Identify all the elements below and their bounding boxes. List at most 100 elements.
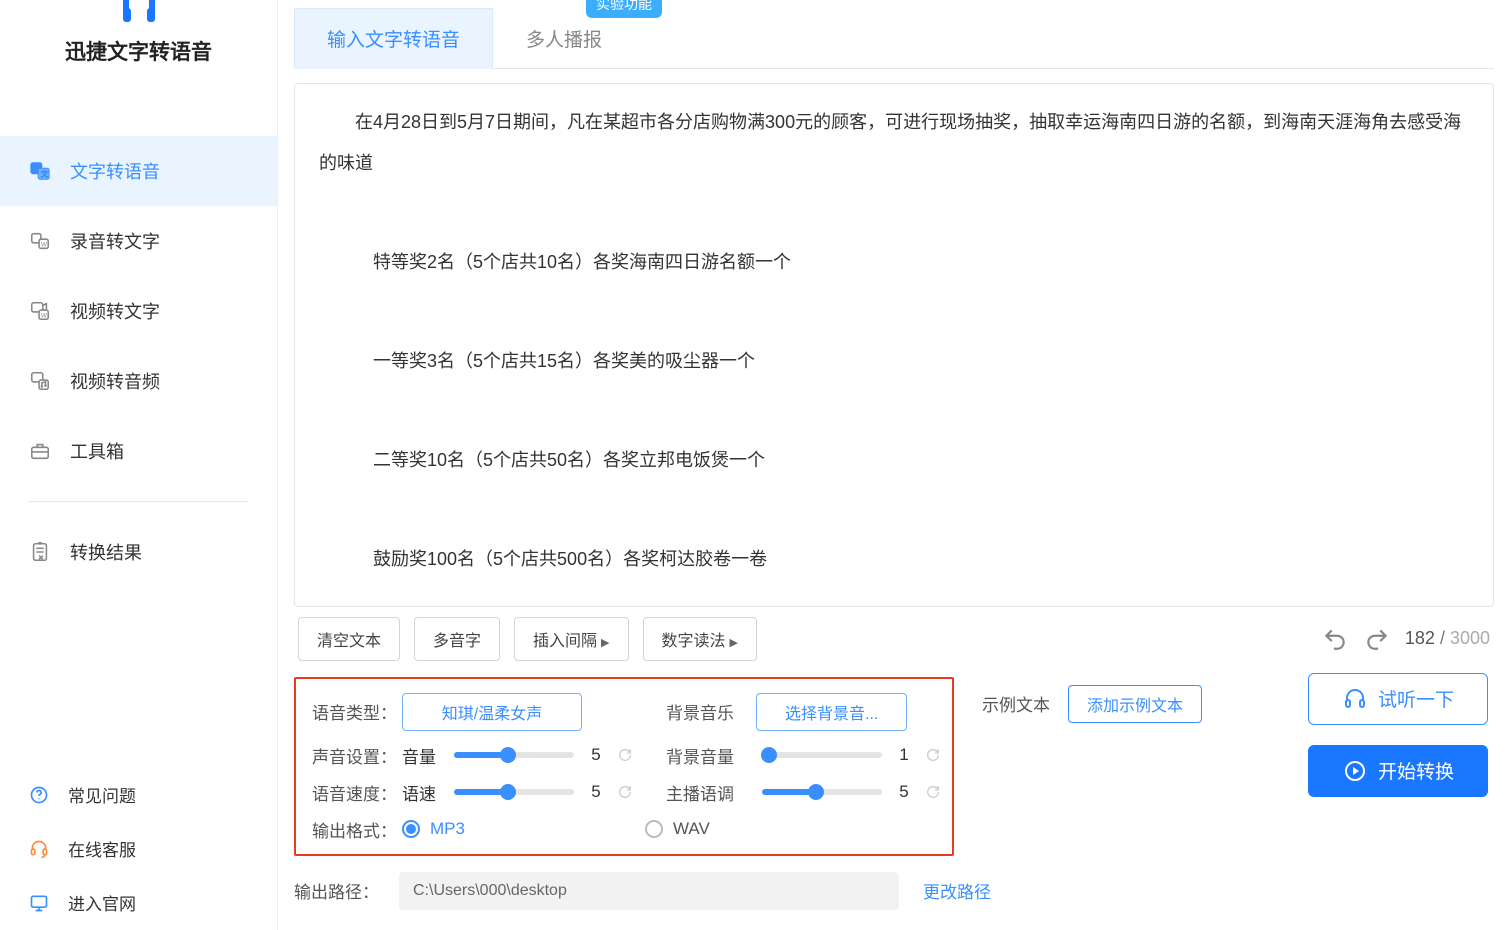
redo-icon[interactable] bbox=[1363, 625, 1391, 653]
headset-icon bbox=[28, 838, 50, 860]
insert-pause-button[interactable]: 插入间隔▶ bbox=[514, 617, 628, 661]
sidebar-item-label: 视频转音频 bbox=[70, 368, 160, 394]
question-icon bbox=[28, 784, 50, 806]
play-circle-icon bbox=[1342, 758, 1368, 784]
sidebar-separator bbox=[28, 501, 249, 502]
reset-icon[interactable] bbox=[616, 783, 634, 801]
speed-group-label: 语音速度 bbox=[312, 780, 402, 805]
action-bar-right: 182 / 3000 bbox=[1321, 625, 1490, 653]
bg-volume-row: 背景音量 1 bbox=[650, 743, 958, 768]
sidebar-item-label: 文字转语音 bbox=[70, 158, 160, 184]
output-path-input[interactable] bbox=[399, 872, 899, 910]
paragraph: 一等奖3名（5个店共15名）各奖美的吸尘器一个 bbox=[319, 341, 1469, 382]
help-website[interactable]: 进入官网 bbox=[0, 876, 277, 930]
output-format-label: 输出格式 bbox=[312, 817, 402, 842]
add-sample-text-button[interactable]: 添加示例文本 bbox=[1068, 685, 1202, 723]
bg-volume-label: 背景音量 bbox=[666, 743, 756, 768]
sample-text-column: 示例文本 添加示例文本 bbox=[954, 673, 1202, 767]
experimental-badge: 实验功能 bbox=[586, 0, 662, 18]
svg-text:W: W bbox=[41, 312, 48, 319]
main-area: 输入文字转语音 多人播报 实验功能 在4月28日到5月7日期间，凡在某超市各分店… bbox=[278, 0, 1510, 930]
reset-icon[interactable] bbox=[616, 746, 634, 764]
pitch-row: 主播语调 5 bbox=[650, 780, 958, 805]
bgm-row: 背景音乐 选择背景音... bbox=[650, 693, 958, 731]
radio-dot bbox=[402, 820, 420, 838]
sidebar-bottom: 常见问题 在线客服 进入官网 bbox=[0, 758, 277, 930]
reset-icon[interactable] bbox=[924, 783, 942, 801]
slider-thumb[interactable] bbox=[808, 784, 824, 800]
app-logo-icon bbox=[115, 0, 163, 28]
speed-label: 语速 bbox=[402, 780, 448, 805]
tab-input-tts[interactable]: 输入文字转语音 bbox=[294, 8, 493, 69]
sound-setting-label: 声音设置 bbox=[312, 743, 402, 768]
tab-label: 输入文字转语音 bbox=[327, 25, 460, 52]
help-label: 常见问题 bbox=[68, 782, 136, 807]
svg-text:W: W bbox=[41, 242, 48, 249]
stt-icon: W bbox=[28, 229, 52, 253]
volume-slider[interactable] bbox=[454, 752, 574, 758]
paragraph: 二等奖10名（5个店共50名）各奖立邦电饭煲一个 bbox=[319, 440, 1469, 481]
bgm-select[interactable]: 选择背景音... bbox=[756, 693, 907, 731]
help-label: 在线客服 bbox=[68, 836, 136, 861]
sidebar-item-tts[interactable]: A文 文字转语音 bbox=[0, 136, 277, 206]
sidebar: 迅捷文字转语音 A文 文字转语音 W 录音转文字 W 视频转文字 bbox=[0, 0, 278, 930]
pitch-slider[interactable] bbox=[762, 789, 882, 795]
action-bar: 清空文本 多音字 插入间隔▶ 数字读法▶ 182 / 3000 bbox=[294, 607, 1494, 673]
tab-label: 多人播报 bbox=[526, 25, 602, 52]
sidebar-item-stt[interactable]: W 录音转文字 bbox=[0, 206, 277, 276]
output-path-label: 输出路径 bbox=[294, 878, 379, 903]
char-count-max: 3000 bbox=[1450, 628, 1490, 648]
char-counter: 182 / 3000 bbox=[1405, 628, 1490, 649]
video-audio-icon bbox=[28, 369, 52, 393]
speed-slider[interactable] bbox=[454, 789, 574, 795]
sidebar-item-video-audio[interactable]: 视频转音频 bbox=[0, 346, 277, 416]
logo-block: 迅捷文字转语音 bbox=[0, 0, 277, 76]
listen-button[interactable]: 试听一下 bbox=[1308, 673, 1488, 725]
speed-value: 5 bbox=[586, 782, 606, 802]
reset-icon[interactable] bbox=[924, 746, 942, 764]
undo-icon[interactable] bbox=[1321, 625, 1349, 653]
voice-type-select[interactable]: 知琪/温柔女声 bbox=[402, 693, 582, 731]
radio-label: WAV bbox=[673, 819, 710, 839]
voice-type-label: 语音类型 bbox=[312, 699, 402, 724]
sidebar-item-results[interactable]: 转换结果 bbox=[0, 517, 277, 587]
format-mp3-radio[interactable]: MP3 bbox=[402, 819, 465, 839]
sidebar-nav: A文 文字转语音 W 录音转文字 W 视频转文字 视频转音频 bbox=[0, 136, 277, 587]
sidebar-item-toolbox[interactable]: 工具箱 bbox=[0, 416, 277, 486]
slider-thumb[interactable] bbox=[500, 784, 516, 800]
format-wav-radio[interactable]: WAV bbox=[645, 819, 710, 839]
video-stt-icon: W bbox=[28, 299, 52, 323]
toolbox-icon bbox=[28, 439, 52, 463]
radio-dot bbox=[645, 820, 663, 838]
help-service[interactable]: 在线客服 bbox=[0, 822, 277, 876]
app-root: 迅捷文字转语音 A文 文字转语音 W 录音转文字 W 视频转文字 bbox=[0, 0, 1510, 930]
dropdown-arrow-icon: ▶ bbox=[601, 637, 609, 649]
volume-value: 5 bbox=[586, 745, 606, 765]
voice-type-row: 语音类型 知琪/温柔女声 bbox=[296, 693, 650, 731]
tabs: 输入文字转语音 多人播报 实验功能 bbox=[294, 0, 1494, 69]
speed-row: 语音速度 语速 5 bbox=[296, 780, 650, 805]
tab-multi-broadcast[interactable]: 多人播报 实验功能 bbox=[493, 7, 635, 68]
number-read-button[interactable]: 数字读法▶ bbox=[643, 617, 757, 661]
slider-thumb[interactable] bbox=[761, 747, 777, 763]
char-count-current: 182 bbox=[1405, 628, 1435, 648]
help-label: 进入官网 bbox=[68, 890, 136, 915]
text-editor[interactable]: 在4月28日到5月7日期间，凡在某超市各分店购物满300元的顾客，可进行现场抽奖… bbox=[294, 83, 1494, 607]
dropdown-arrow-icon: ▶ bbox=[730, 637, 738, 649]
sidebar-item-label: 转换结果 bbox=[70, 539, 142, 565]
sidebar-item-label: 工具箱 bbox=[70, 438, 124, 464]
paragraph: 在4月28日到5月7日期间，凡在某超市各分店购物满300元的顾客，可进行现场抽奖… bbox=[319, 102, 1469, 185]
sidebar-item-video-stt[interactable]: W 视频转文字 bbox=[0, 276, 277, 346]
sidebar-item-label: 录音转文字 bbox=[70, 228, 160, 254]
clear-text-button[interactable]: 清空文本 bbox=[298, 617, 400, 661]
change-path-link[interactable]: 更改路径 bbox=[923, 878, 991, 903]
help-faq[interactable]: 常见问题 bbox=[0, 768, 277, 822]
bgm-label: 背景音乐 bbox=[666, 699, 756, 724]
sample-text-label: 示例文本 bbox=[982, 691, 1050, 716]
convert-button[interactable]: 开始转换 bbox=[1308, 745, 1488, 797]
polyphonic-button[interactable]: 多音字 bbox=[414, 617, 500, 661]
results-icon bbox=[28, 540, 52, 564]
pitch-value: 5 bbox=[894, 782, 914, 802]
slider-thumb[interactable] bbox=[500, 747, 516, 763]
bg-volume-slider[interactable] bbox=[762, 752, 882, 758]
